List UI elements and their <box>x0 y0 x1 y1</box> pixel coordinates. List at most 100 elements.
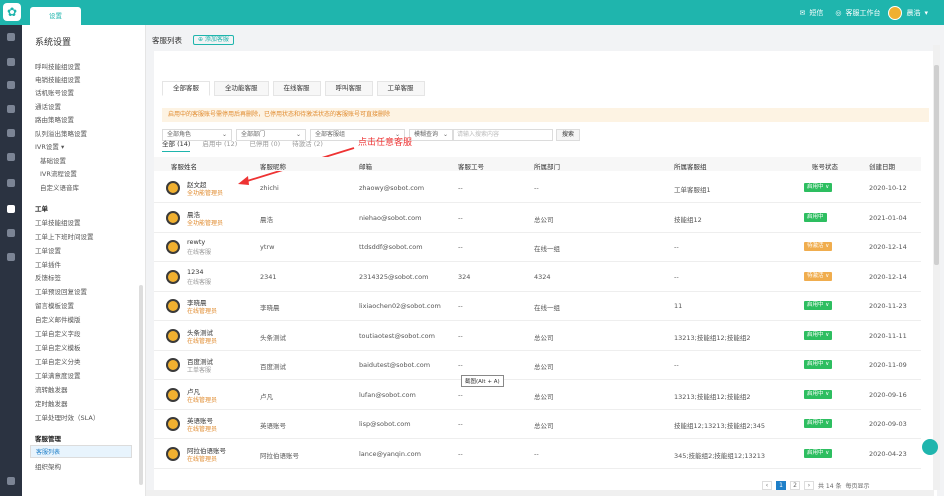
status-badge[interactable]: 启用中 ∨ <box>804 301 833 310</box>
workbench-link[interactable]: 客服工作台 <box>845 8 880 18</box>
table-row[interactable]: 赵文超 全功能管理员 zhichi zhaowy@sobot.com -- -- 工单客服组… <box>154 173 921 203</box>
search-button[interactable]: 搜索 <box>556 128 581 141</box>
chat-icon[interactable] <box>7 105 15 113</box>
sidebar-item[interactable]: 电销技能组设置 <box>35 74 81 84</box>
sidebar-item-agent-list[interactable]: 客服列表 <box>30 445 132 458</box>
sidebar-item[interactable]: 呼叫技能组设置 <box>35 61 81 71</box>
sidebar-subitem[interactable]: 基础设置 <box>40 155 66 165</box>
sidebar-item[interactable]: 反馈标签 <box>35 272 61 282</box>
sidebar-item[interactable]: 路由策略设置 <box>35 114 74 124</box>
sidebar-item[interactable]: 工单技能组设置 <box>35 217 81 227</box>
status-badge[interactable]: 待激活 ∨ <box>804 271 833 281</box>
status-badge[interactable]: 启用中 <box>804 212 827 222</box>
table-row[interactable]: 1234 在线客服 2341 2314325@sobot.com 324 4324 -- 待激… <box>154 262 921 292</box>
scrollbar-thumb[interactable] <box>934 65 939 265</box>
grid-icon[interactable] <box>7 58 15 66</box>
sidebar-item[interactable]: 流转触发器 <box>35 384 68 394</box>
sidebar-item[interactable]: 话机账号设置 <box>35 87 74 97</box>
status-badge[interactable]: 待激活 ∨ <box>804 242 833 251</box>
floating-chat-button[interactable] <box>922 439 938 455</box>
page-scrollbar[interactable] <box>933 45 940 490</box>
subtab-enabled[interactable]: 启用中 (12) <box>202 138 237 152</box>
search-input[interactable]: 请输入搜索内容 <box>453 128 553 141</box>
sidebar-item[interactable]: 工单处理时效（SLA） <box>35 412 99 422</box>
inbox-icon[interactable] <box>7 81 15 89</box>
status-badge[interactable]: 启用中 ∨ <box>804 448 833 458</box>
table-row[interactable]: 李晓晨 在线管理员 李晓晨 lixiaochen02@sobot.com -- 在线一组 1… <box>154 291 921 321</box>
subtab-pending[interactable]: 待激活 (2) <box>292 138 323 152</box>
status-badge[interactable]: 启用中 ∨ <box>804 389 833 399</box>
sidebar-item[interactable]: 工单插件 <box>35 259 61 269</box>
page-1-button[interactable]: 1 <box>776 481 786 490</box>
table-row[interactable]: 晨浩 全功能管理员 晨浩 niehao@sobot.com -- 总公司 技能组12 启用中 2… <box>154 203 921 233</box>
agent-role: 全功能管理员 <box>187 190 224 197</box>
globe-icon[interactable] <box>7 229 15 237</box>
page-2-button[interactable]: 2 <box>790 481 800 490</box>
user-avatar[interactable] <box>888 5 903 20</box>
agent-name[interactable]: rewty <box>187 238 205 246</box>
tab-call-agents[interactable]: 呼叫客服 <box>324 81 373 96</box>
table-row[interactable]: 头条测试 在线管理员 头条测试 toutiaotest@sobot.com -- 总公司 1… <box>154 321 921 351</box>
page-size-label[interactable]: 每页显示 <box>845 481 869 490</box>
bell-icon[interactable] <box>7 477 15 485</box>
tab-ticket-agents[interactable]: 工单客服 <box>376 81 425 96</box>
sidebar-item[interactable]: 工单设置 <box>35 245 61 255</box>
sidebar-item-ivr[interactable]: IVR设置 ▾ <box>35 141 64 151</box>
horizontal-scrollbar[interactable] <box>146 490 934 496</box>
tab-all-agents[interactable]: 全部客服 <box>162 81 210 96</box>
table-row[interactable]: 英语账号 在线管理员 英语账号 lisp@sobot.com -- 总公司 技能组12;13… <box>154 409 921 439</box>
info-icon[interactable] <box>7 253 15 261</box>
sidebar-item[interactable]: 队列溢出策略设置 <box>35 128 87 138</box>
agent-role: 全功能管理员 <box>187 219 224 227</box>
sidebar-subitem[interactable]: 自定义语音库 <box>40 182 79 192</box>
search-icon[interactable] <box>7 179 15 187</box>
sms-icon[interactable]: ✉ <box>800 9 806 17</box>
add-agent-button[interactable]: ⊕ 添加客服 <box>193 35 234 45</box>
match-mode-select[interactable]: 模糊查询 ⌄ <box>409 128 453 141</box>
agent-no: -- <box>458 184 463 192</box>
status-badge[interactable]: 启用中 ∨ <box>804 330 833 340</box>
table-row[interactable]: 百度测试 工单客服 百度测试 baidutest@sobot.com -- 总公司 -- 启用… <box>154 350 921 380</box>
workbench-icon[interactable]: ◎ <box>835 9 841 17</box>
table-row[interactable]: 阿拉伯语账号 在线管理员 阿拉伯语账号 lance@yanqin.com -- -- 345… <box>154 439 921 469</box>
agent-email: lance@yanqin.com <box>359 449 421 458</box>
sidebar-item[interactable]: 工单自定义分类 <box>35 356 81 366</box>
prev-page-button[interactable]: ‹ <box>762 481 772 490</box>
chevron-down-icon[interactable]: ▾ <box>924 9 928 17</box>
status-badge[interactable]: 启用中 ∨ <box>804 419 833 428</box>
sidebar-item[interactable]: 自定义邮件模版 <box>35 314 81 324</box>
tab-settings[interactable]: 设置 <box>30 7 81 25</box>
sidebar-item[interactable]: 工单预设回复设置 <box>35 286 87 296</box>
sidebar-item[interactable]: 工单上下班时间设置 <box>35 231 94 241</box>
table-row[interactable]: 卢凡 在线管理员 卢凡 lufan@sobot.com -- 总公司 13213;技能组12… <box>154 380 921 410</box>
chart-icon[interactable] <box>7 153 15 161</box>
sidebar-item-org[interactable]: 组织架构 <box>35 461 61 471</box>
tab-full-agents[interactable]: 全功能客服 <box>214 81 269 96</box>
agent-role: 在线客服 <box>187 249 212 256</box>
sidebar-item[interactable]: 定时触发器 <box>35 398 68 408</box>
app-logo-icon[interactable]: ✿ <box>3 3 21 21</box>
sidebar-scrollbar[interactable] <box>139 285 143 485</box>
sidebar-item[interactable]: 工单满意度设置 <box>35 370 81 380</box>
gear-icon[interactable] <box>7 205 15 213</box>
status-badge[interactable]: 启用中 ∨ <box>804 183 833 192</box>
sidebar-item[interactable]: 留言模板设置 <box>35 300 74 310</box>
status-badge[interactable]: 启用中 ∨ <box>804 360 833 369</box>
agent-dept: -- <box>534 184 539 192</box>
tab-online-agents[interactable]: 在线客服 <box>272 81 321 96</box>
sidebar-item[interactable]: 工单自定义字段 <box>35 328 81 338</box>
home-icon[interactable] <box>7 33 15 41</box>
agent-role: 工单客服 <box>187 367 212 374</box>
agent-email: zhaowy@sobot.com <box>359 184 425 192</box>
user-icon[interactable] <box>7 129 15 137</box>
next-page-button[interactable]: › <box>804 481 814 490</box>
sidebar-subitem[interactable]: IVR流程设置 <box>40 168 77 178</box>
sidebar-item[interactable]: 通话设置 <box>35 101 61 111</box>
sms-link[interactable]: 短信 <box>809 8 823 18</box>
subtab-all[interactable]: 全部 (14) <box>162 138 191 152</box>
agent-name[interactable]: 1234 <box>187 268 204 276</box>
sidebar-item[interactable]: 工单自定义模板 <box>35 342 81 352</box>
user-name[interactable]: 晨浩 <box>906 8 920 18</box>
table-row[interactable]: rewty 在线客服 ytrw ttdsddf@sobot.com -- 在线一组 -- 待激… <box>154 232 921 262</box>
subtab-disabled[interactable]: 已停用 (0) <box>249 138 280 152</box>
